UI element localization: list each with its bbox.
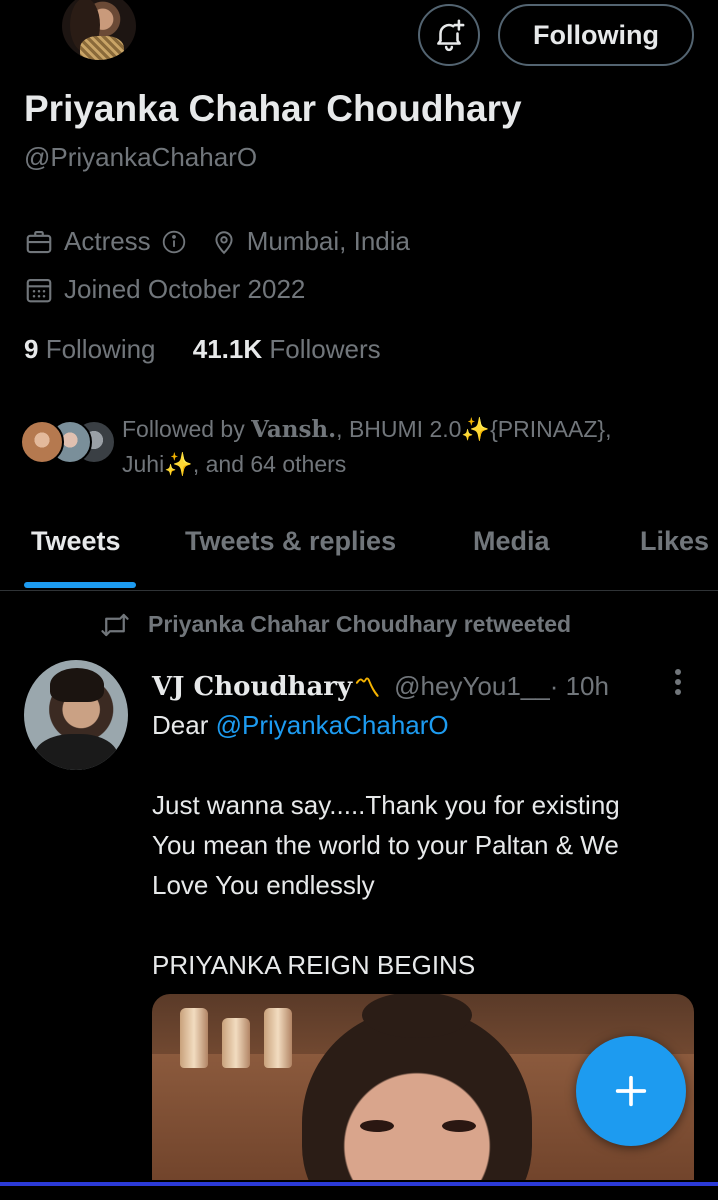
profile-counts: 9 Following 41.1K Followers	[24, 334, 381, 365]
profile-meta-row: Actress Mumbai, India	[24, 226, 410, 257]
profile-joined: Joined October 2022	[64, 274, 306, 304]
following-label: Following	[38, 334, 156, 364]
followers-count-link[interactable]: 41.1K Followers	[193, 334, 381, 364]
tweet-author-avatar[interactable]	[24, 660, 128, 770]
tab-tweets-replies[interactable]: Tweets & replies	[185, 526, 396, 557]
tab-tweets[interactable]: Tweets	[31, 526, 121, 557]
more-vertical-icon	[675, 669, 681, 695]
info-icon[interactable]	[161, 229, 187, 255]
following-button[interactable]: Following	[498, 4, 694, 66]
media-jar	[264, 1008, 292, 1068]
media-jar	[180, 1008, 208, 1068]
profile-location: Mumbai, India	[246, 226, 410, 256]
followed-by-rest: , BHUMI 2.0✨{PRINAAZ},	[336, 416, 612, 442]
tweet-header: VJ Choudhary 〽 @heyYou1__ · 10h	[152, 668, 609, 705]
avatar	[20, 420, 64, 464]
profile-handle: @PriyankaChaharO	[24, 142, 258, 172]
tweet-para2-line2: You mean the world to your Paltan & We	[152, 830, 619, 860]
tweet-more-button[interactable]	[666, 664, 690, 700]
tweet-time[interactable]: · 10h	[550, 671, 609, 702]
compose-tweet-button[interactable]	[576, 1036, 686, 1146]
avatar-hair	[50, 668, 104, 702]
map-pin-icon	[211, 228, 237, 256]
briefcase-icon	[24, 227, 54, 257]
followed-by-prefix: Followed by	[122, 416, 252, 442]
media-hair	[362, 994, 472, 1038]
tab-media[interactable]: Media	[473, 526, 550, 557]
tweet-mention[interactable]: @PriyankaChaharO	[216, 710, 449, 740]
profile-avatar[interactable]	[62, 0, 136, 60]
tweet-para2-line1: Just wanna say.....Thank you for existin…	[152, 790, 620, 820]
followed-by-user: Vansh.	[251, 416, 337, 443]
followed-by-rest-2: Juhi✨, and 64 others	[122, 451, 347, 477]
bottom-bar	[0, 1180, 718, 1200]
media-jar	[222, 1018, 250, 1068]
calendar-icon	[24, 275, 54, 305]
tweet-author-name[interactable]: VJ Choudhary	[152, 672, 352, 702]
author-emoji: 〽	[354, 673, 381, 703]
followed-by-avatars[interactable]	[20, 420, 120, 468]
active-tab-indicator	[24, 582, 136, 588]
retweet-context[interactable]: Priyanka Chahar Choudhary retweeted	[100, 611, 571, 638]
plus-icon	[615, 1075, 647, 1107]
retweet-icon	[100, 612, 130, 638]
followers-count: 41.1K	[192, 334, 263, 364]
bottom-accent-line	[0, 1182, 718, 1186]
retweet-label: Priyanka Chahar Choudhary retweeted	[148, 611, 572, 637]
tweet-para3: PRIYANKA REIGN BEGINS	[152, 950, 476, 980]
bell-plus-icon	[437, 19, 465, 52]
tabs-divider	[0, 590, 718, 591]
tweet-line1-prefix: Dear	[152, 710, 216, 740]
followers-label: Followers	[262, 334, 381, 364]
notifications-button[interactable]	[418, 4, 480, 66]
profile-category: Actress	[64, 226, 151, 256]
tab-likes[interactable]: Likes	[640, 526, 709, 557]
profile-joined-row: Joined October 2022	[24, 274, 305, 305]
media-eye	[360, 1120, 394, 1132]
followed-by-text[interactable]: Followed by Vansh., BHUMI 2.0✨{PRINAAZ},…	[122, 412, 682, 482]
avatar-dress	[80, 36, 124, 60]
tweet-author-handle[interactable]: @heyYou1__	[394, 671, 550, 702]
avatar-shirt	[34, 734, 118, 770]
tweet-para2-line3: Love You endlessly	[152, 870, 375, 900]
following-count-link[interactable]: 9 Following	[24, 334, 156, 364]
profile-name: Priyanka Chahar Choudhary	[24, 88, 522, 129]
following-count: 9	[24, 334, 39, 364]
tweet-text: Dear @PriyankaChaharO Just wanna say....…	[152, 705, 702, 985]
media-eye	[442, 1120, 476, 1132]
